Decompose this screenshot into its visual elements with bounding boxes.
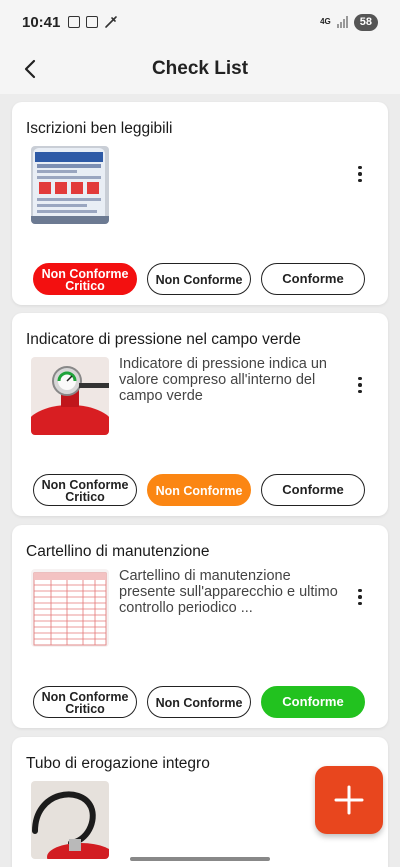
checklist-item-title: Iscrizioni ben leggibili [26, 120, 173, 137]
chevron-left-icon [24, 59, 36, 79]
status-notification-icons [68, 15, 118, 29]
add-item-button[interactable] [315, 766, 383, 834]
status-time: 10:41 [22, 13, 61, 31]
non-conforme-button[interactable]: Non Conforme [147, 474, 251, 506]
checklist-item-card: Indicatore di pressione nel campo verde … [12, 313, 388, 516]
conforme-button[interactable]: Conforme [261, 474, 365, 506]
battery-badge: 58 [353, 13, 378, 31]
rating-buttons: Non Conforme Critico Non Conforme Confor… [33, 263, 365, 295]
non-conforme-critico-button[interactable]: Non Conforme Critico [33, 263, 137, 295]
item-options-button[interactable] [350, 162, 370, 186]
item-options-button[interactable] [350, 585, 370, 609]
status-right: 4G 58 [320, 13, 378, 31]
non-conforme-critico-button[interactable]: Non Conforme Critico [33, 686, 137, 718]
screenshot-icon [68, 16, 81, 28]
checklist-item-title: Cartellino di manutenzione [26, 543, 210, 560]
non-conforme-critico-button[interactable]: Non Conforme Critico [33, 474, 137, 506]
checklist-item-description: Indicatore di pressione indica un valore… [119, 356, 327, 404]
rating-buttons: Non Conforme Critico Non Conforme Confor… [33, 474, 365, 506]
non-conforme-button[interactable]: Non Conforme [147, 686, 251, 718]
network-label: 4G [320, 17, 331, 26]
checklist-scroll-area[interactable]: Iscrizioni ben leggibili Non Conforme Cr… [0, 94, 400, 867]
rating-buttons: Non Conforme Critico Non Conforme Confor… [33, 686, 365, 718]
status-bar: 10:41 4G 58 [0, 0, 400, 44]
plus-icon [334, 785, 364, 815]
app-header: Check List [0, 44, 400, 94]
signal-icon [336, 16, 348, 28]
hose-photo[interactable] [31, 781, 109, 859]
home-indicator[interactable] [130, 857, 270, 861]
conforme-button[interactable]: Conforme [261, 686, 365, 718]
page-title: Check List [151, 58, 249, 79]
non-conforme-button[interactable]: Non Conforme [147, 263, 251, 295]
maintenance-tag-photo[interactable] [31, 569, 109, 647]
checklist-item-title: Tubo di erogazione integro [26, 755, 210, 772]
tools-icon [105, 16, 118, 28]
checklist-item-description: Cartellino di manutenzione presente sull… [119, 568, 338, 616]
pressure-gauge-photo[interactable] [31, 357, 109, 435]
back-button[interactable] [14, 52, 46, 86]
conforme-button[interactable]: Conforme [261, 263, 365, 295]
item-options-button[interactable] [350, 373, 370, 397]
checklist-item-title: Indicatore di pressione nel campo verde [26, 331, 301, 348]
checklist-item-card: Cartellino di manutenzione Cartellino di… [12, 525, 388, 728]
checklist-item-card: Iscrizioni ben leggibili Non Conforme Cr… [12, 102, 388, 305]
vpn-icon [86, 16, 99, 28]
extinguisher-label-photo[interactable] [31, 146, 109, 224]
